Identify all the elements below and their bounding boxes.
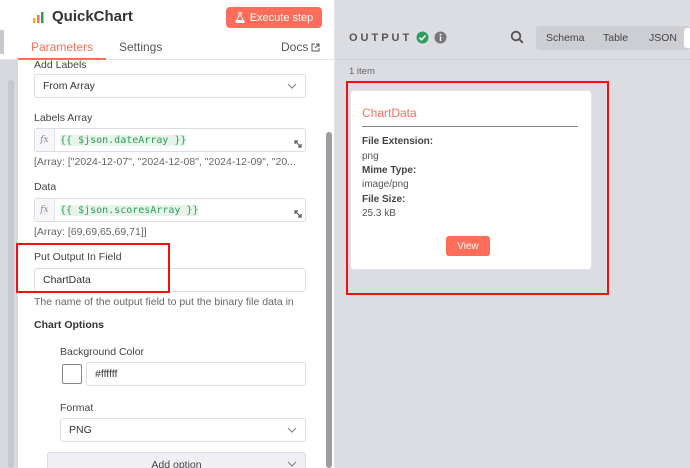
fx-icon: fx — [35, 199, 55, 221]
add-labels-select[interactable]: From Array — [34, 74, 306, 98]
fx-icon: fx — [35, 129, 55, 151]
expand-editor-icon[interactable] — [293, 139, 303, 149]
output-title: OUTPUT — [349, 32, 413, 44]
chart-options-heading: Chart Options — [34, 319, 104, 331]
background-color-input[interactable]: #ffffff — [86, 362, 306, 386]
labels-array-expression-input[interactable]: fx {{ $json.dateArray }} — [34, 128, 306, 152]
background-tab-marker — [0, 30, 4, 54]
labels-array-preview: [Array: ["2024-12-07", "2024-12-08", "20… — [34, 156, 296, 168]
format-select[interactable]: PNG — [60, 418, 306, 442]
view-json[interactable]: JSON — [649, 32, 677, 44]
add-labels-value: From Array — [43, 80, 95, 92]
node-parameters-panel: QuickChart Execute step Parameters Setti… — [18, 0, 335, 468]
format-value: PNG — [69, 424, 92, 436]
flask-icon — [235, 12, 245, 23]
labels-array-expression-text: {{ $json.dateArray }} — [60, 134, 187, 146]
data-expression: {{ $json.scoresArray }} — [55, 204, 199, 216]
chevron-down-icon — [287, 83, 297, 89]
add-option-label: Add option — [151, 459, 202, 468]
view-binary-active[interactable] — [684, 28, 690, 48]
tab-settings[interactable]: Settings — [119, 40, 162, 54]
view-table[interactable]: Table — [603, 32, 628, 44]
node-title: QuickChart — [52, 8, 133, 25]
background-color-label: Background Color — [60, 346, 145, 358]
chevron-down-icon — [287, 427, 297, 433]
add-labels-label: Add Labels — [34, 59, 87, 71]
panel-scrollbar[interactable] — [326, 132, 332, 468]
data-expression-text: {{ $json.scoresArray }} — [60, 204, 199, 216]
docs-label: Docs — [281, 40, 309, 54]
background-color-value: #ffffff — [95, 368, 118, 380]
highlight-box-output-field — [16, 243, 170, 293]
expand-editor-icon[interactable] — [293, 209, 303, 219]
search-icon[interactable] — [510, 30, 524, 44]
color-swatch[interactable] — [62, 364, 82, 384]
put-output-hint: The name of the output field to put the … — [34, 296, 294, 308]
view-schema[interactable]: Schema — [546, 32, 585, 44]
data-label: Data — [34, 181, 57, 193]
execute-step-button[interactable]: Execute step — [226, 7, 322, 28]
data-preview: [Array: [69,69,65,69,71]] — [34, 226, 147, 238]
data-expression-input[interactable]: fx {{ $json.scoresArray }} — [34, 198, 306, 222]
labels-array-expression: {{ $json.dateArray }} — [55, 134, 187, 146]
item-count: 1 item — [349, 66, 375, 77]
success-check-icon — [416, 31, 429, 44]
background-scrollbar[interactable] — [8, 80, 14, 468]
background-canvas — [0, 0, 18, 468]
add-option-button[interactable]: Add option — [47, 452, 306, 468]
format-label: Format — [60, 402, 94, 414]
info-icon[interactable] — [434, 31, 447, 44]
tab-parameters[interactable]: Parameters — [31, 40, 93, 54]
external-link-icon — [311, 43, 320, 51]
docs-link[interactable]: Docs — [281, 40, 320, 54]
execute-step-label: Execute step — [249, 11, 314, 24]
quickchart-logo-icon — [33, 12, 44, 23]
labels-array-label: Labels Array — [34, 112, 93, 124]
highlight-box-output-card — [346, 81, 609, 295]
chevron-down-icon — [287, 461, 297, 467]
